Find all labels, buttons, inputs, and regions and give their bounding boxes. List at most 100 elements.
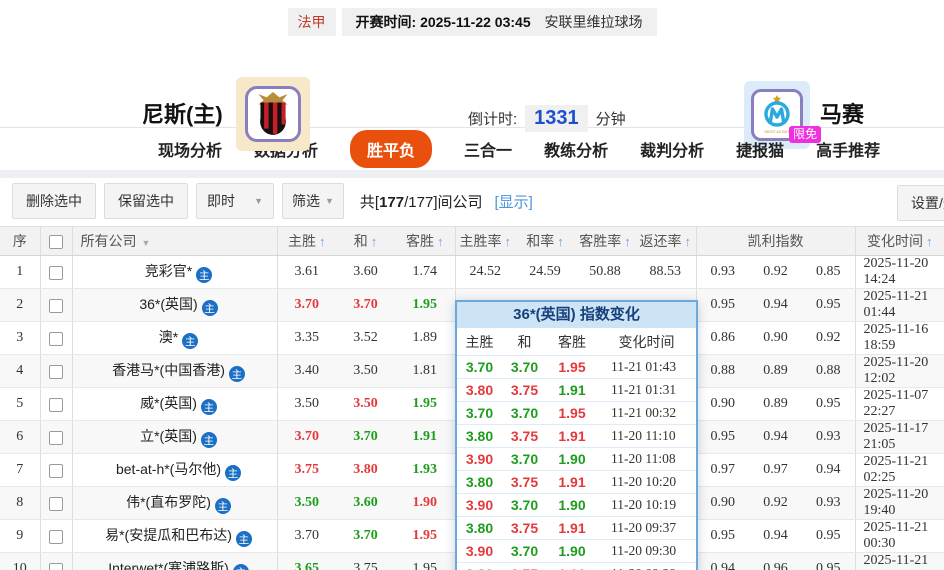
free-trial-badge: 限免 <box>789 126 822 143</box>
col-payout-rate[interactable]: 返还率 ↑ <box>635 226 697 256</box>
popup-odds-value: 3.80 <box>465 520 494 536</box>
company-name[interactable]: 澳* <box>159 329 178 345</box>
company-name[interactable]: 36*(英国) <box>139 296 197 312</box>
company-name[interactable]: 立*(英国) <box>140 428 197 444</box>
popup-odds-value: 3.70 <box>510 497 539 513</box>
kelly-value: 0.94 <box>749 288 802 322</box>
odds-value: 3.80 <box>336 453 395 487</box>
time-filter-dropdown[interactable]: 即时 ▼ <box>196 183 274 219</box>
company-cell: 36*(英国) 主 <box>72 288 278 322</box>
row-checkbox[interactable] <box>49 299 63 314</box>
popup-odds-value: 1.90 <box>558 543 586 559</box>
change-time: 2025-11-16 18:59 <box>855 321 944 355</box>
company-count: 共[177/177]间公司 <box>359 193 483 211</box>
company-name[interactable]: Interwet*(塞浦路斯) <box>108 560 229 570</box>
change-time: 2025-11-07 22:27 <box>855 387 944 421</box>
row-checkbox[interactable] <box>49 365 63 380</box>
col-draw-odds[interactable]: 和 ↑ <box>336 226 395 256</box>
col-index: 序 <box>0 226 41 256</box>
odds-value: 1.90 <box>395 486 456 520</box>
table-row: 1 竞彩官* 主 3.61 3.60 1.74 24.52 24.59 50.88 88.53 0.… <box>0 255 944 289</box>
filter-value: 筛选 <box>292 193 320 209</box>
company-name[interactable]: 威*(英国) <box>140 395 197 411</box>
popup-odds-value: 3.80 <box>465 428 494 444</box>
popup-odds-value: 3.70 <box>510 359 539 375</box>
odds-value: 3.70 <box>336 519 395 553</box>
col-away-rate[interactable]: 客胜率 ↑ <box>575 226 635 256</box>
kelly-value: 0.95 <box>802 552 856 570</box>
settings-button[interactable]: 设置/选 <box>897 185 944 221</box>
filter-dropdown[interactable]: 筛选 ▼ <box>282 183 344 219</box>
col-change-time[interactable]: 变化时间 ↑ <box>855 226 944 256</box>
row-select-cell <box>40 321 73 355</box>
kelly-value: 0.92 <box>749 255 802 289</box>
tab-jiebao-cat[interactable]: 捷报猫 <box>736 143 784 160</box>
tab-three-in-one[interactable]: 三合一 <box>464 137 512 161</box>
change-time: 2025-11-21 00:30 <box>855 519 944 553</box>
odds-value: 3.70 <box>277 420 336 454</box>
odds-value: 3.75 <box>277 453 336 487</box>
company-cell: 竞彩官* 主 <box>72 255 278 289</box>
tab-win-draw-lose[interactable]: 胜平负 <box>350 130 433 168</box>
company-cell: 威*(英国) 主 <box>72 387 278 421</box>
company-name[interactable]: 伟*(直布罗陀) <box>126 494 211 510</box>
row-checkbox[interactable] <box>49 530 63 545</box>
tab-referee-analysis[interactable]: 裁判分析 <box>640 137 704 161</box>
row-checkbox[interactable] <box>49 332 63 347</box>
tab-expert-picks[interactable]: 高手推荐 <box>816 137 880 161</box>
col-draw-rate[interactable]: 和率 ↑ <box>515 226 575 256</box>
company-name[interactable]: 竞彩官* <box>145 263 192 279</box>
row-checkbox[interactable] <box>49 266 63 281</box>
change-time: 2025-11-21 02:26 <box>855 552 944 570</box>
rate-value: 88.53 <box>635 255 697 289</box>
popup-odds-value: 3.70 <box>510 543 539 559</box>
company-cell: 澳* 主 <box>72 321 278 355</box>
tab-coach-analysis[interactable]: 教练分析 <box>544 137 608 161</box>
row-checkbox[interactable] <box>49 563 63 570</box>
row-checkbox[interactable] <box>49 431 63 446</box>
kelly-value: 0.89 <box>749 354 802 388</box>
company-name[interactable]: bet-at-h*(马尔他) <box>116 461 221 477</box>
popup-row: 3.90 3.70 1.90 11-20 09:30 <box>457 539 696 562</box>
popup-row: 3.80 3.75 1.91 11-20 09:37 <box>457 516 696 539</box>
home-badge-icon: 主 <box>196 267 213 284</box>
popup-odds-value: 3.90 <box>465 451 494 467</box>
row-checkbox[interactable] <box>49 497 63 512</box>
popup-odds-value: 3.75 <box>510 428 539 444</box>
popup-odds-value: 1.91 <box>558 428 586 444</box>
tab-live-analysis[interactable]: 现场分析 <box>158 137 222 161</box>
popup-odds-value: 1.90 <box>558 451 586 467</box>
sort-asc-icon: ↑ <box>504 234 512 249</box>
odds-value: 1.95 <box>395 519 456 553</box>
odds-value: 1.89 <box>395 321 456 355</box>
kelly-value: 0.95 <box>802 288 856 322</box>
col-away-odds[interactable]: 客胜 ↑ <box>395 226 456 256</box>
select-all-checkbox[interactable] <box>49 235 63 250</box>
show-link[interactable]: [显示] <box>495 191 533 212</box>
kelly-value: 0.95 <box>696 420 749 454</box>
table-header-row: 序 所有公司 ▼ 主胜 ↑ 和 ↑ 客胜 ↑ 主胜率 ↑ 和率 ↑ 客胜率 ↑ 返还率 ↑ 凯利… <box>0 226 944 256</box>
change-time: 2025-11-21 01:44 <box>855 288 944 322</box>
keep-selected-button[interactable]: 保留选中 <box>104 183 188 219</box>
popup-row: 3.80 3.75 1.91 11-20 11:10 <box>457 424 696 447</box>
company-name[interactable]: 易*(安提瓜和巴布达) <box>105 527 232 543</box>
col-home-rate[interactable]: 主胜率 ↑ <box>455 226 515 256</box>
row-select-cell <box>40 453 73 487</box>
kelly-value: 0.94 <box>802 453 856 487</box>
sort-asc-icon: ↑ <box>437 234 444 249</box>
col-home-odds[interactable]: 主胜 ↑ <box>277 226 336 256</box>
col-company[interactable]: 所有公司 ▼ <box>72 226 278 256</box>
league-chip[interactable]: 法甲 <box>287 7 336 36</box>
match-header: 尼斯(主) 倒计时: 1331 分钟 DROIT AU BUT 马赛 <box>0 35 944 151</box>
company-name[interactable]: 香港马*(中国香港) <box>112 362 225 378</box>
delete-selected-button[interactable]: 删除选中 <box>12 183 96 219</box>
kickoff-label: 开赛时间: <box>355 13 417 30</box>
col-select <box>40 226 73 256</box>
caret-down-icon: ▼ <box>254 196 263 206</box>
row-checkbox[interactable] <box>49 464 63 479</box>
kelly-value: 0.88 <box>802 354 856 388</box>
company-cell: Interwet*(塞浦路斯)主 <box>72 552 278 570</box>
home-badge-icon: 主 <box>182 333 199 350</box>
row-checkbox[interactable] <box>49 398 63 413</box>
row-index: 5 <box>0 387 41 421</box>
